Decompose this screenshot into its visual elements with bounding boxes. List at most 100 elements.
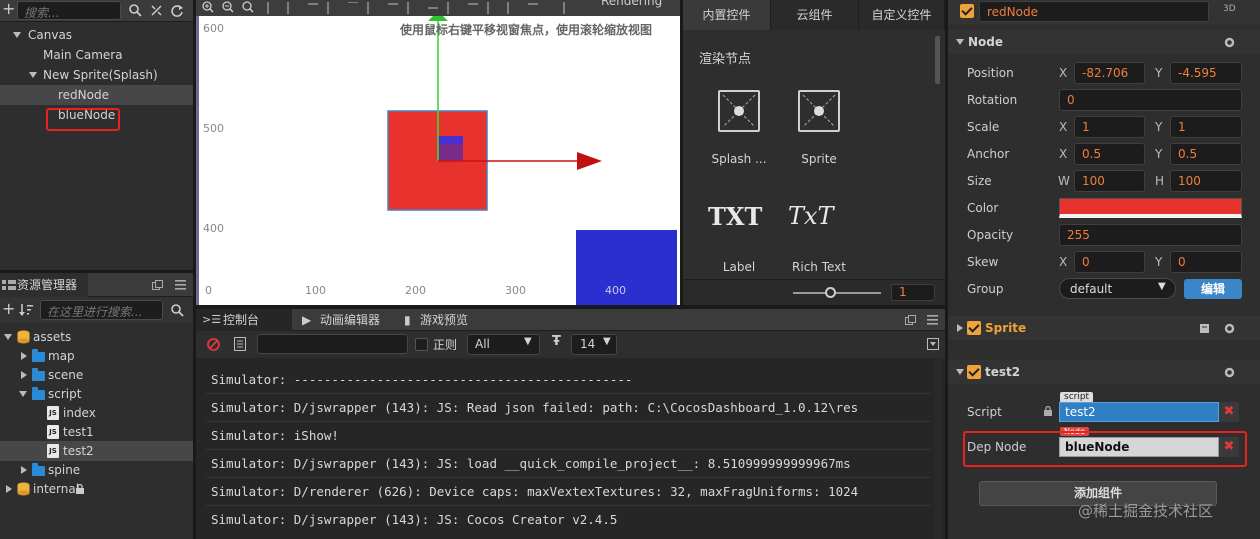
slider-handle[interactable] [825,287,836,298]
collapse-icon[interactable] [150,4,163,17]
clear-icon[interactable] [207,338,220,351]
expand-arrow-icon[interactable] [13,32,21,38]
popout-icon[interactable] [152,280,163,290]
add-asset-icon[interactable]: + [2,299,15,318]
refresh-icon[interactable] [171,4,184,17]
opacity-input[interactable]: 255 [1059,224,1242,246]
rich-text-icon[interactable]: TxT [788,202,834,230]
gear-icon[interactable] [1224,367,1235,378]
sprite-enabled-checkbox[interactable] [967,321,981,335]
skew-x-input[interactable]: 0 [1074,251,1145,273]
scale-x-input[interactable]: 1 [1074,116,1145,138]
group-edit-button[interactable]: 编辑 [1184,279,1242,299]
font-size-icon: Ŧ [552,334,561,349]
scrollbar[interactable] [935,36,940,84]
badge-3d[interactable]: 3D [1223,4,1236,14]
color-swatch[interactable] [1059,198,1242,218]
search-icon[interactable] [171,304,184,317]
tree-item-internal[interactable]: internal [0,479,193,499]
assets-search-input[interactable]: 在这里进行搜索... [40,300,163,320]
sort-icon[interactable] [19,303,33,316]
tree-item-spine[interactable]: spine [0,460,193,480]
tab-cloud[interactable]: 云组件 [771,0,859,30]
tab-custom[interactable]: 自定义控件 [859,0,945,30]
filter-input[interactable] [257,334,408,354]
test2-section-header[interactable]: test2 [948,360,1260,384]
rendering-label[interactable]: Rendering [601,0,662,8]
tab-label: 控制台 [223,313,260,327]
scene-view[interactable] [196,16,680,305]
inspector-panel: redNode 3D Node Position X -82.706 Y -4.… [948,0,1260,539]
scene-panel[interactable]: Rendering 使用鼠标右键平移视窗焦点，使用滚轮缩放视图 600 500 … [196,0,680,305]
expand-arrow-icon[interactable] [29,72,37,78]
anchor-y-input[interactable]: 0.5 [1170,143,1242,165]
expand-arrow-icon[interactable] [6,485,12,493]
js-file-icon: JS [47,406,59,420]
book-icon[interactable] [1199,323,1210,334]
tree-item-index[interactable]: JS index [0,403,193,423]
expand-arrow-icon[interactable] [21,466,27,474]
rotation-input[interactable]: 0 [1059,89,1242,111]
anchor-x-input[interactable]: 0.5 [1074,143,1145,165]
tab-assets[interactable]: 资源管理器 [0,273,88,297]
position-x-input[interactable]: -82.706 [1074,62,1145,84]
add-icon[interactable]: + [2,0,15,18]
splash-sprite-icon[interactable] [718,90,760,132]
tab-animation-editor[interactable]: ▶ 动画编辑器 [296,309,396,331]
menu-icon[interactable] [175,280,186,290]
level-select[interactable]: All ▼ [467,334,540,355]
collapse-console-icon[interactable] [927,338,939,350]
tab-console[interactable]: >☰ 控制台 [196,309,292,331]
size-h-input[interactable]: 100 [1170,170,1242,192]
tab-game-preview[interactable]: ▮ 游戏预览 [400,309,500,331]
scale-y-input[interactable]: 1 [1170,116,1242,138]
zoom-input[interactable]: 1 [891,284,935,301]
tree-item-test2[interactable]: JS test2 [0,441,193,461]
expand-arrow-icon[interactable] [19,391,27,397]
node-name-input[interactable]: redNode [979,1,1209,22]
group-select[interactable]: default ▼ [1059,278,1176,299]
menu-icon[interactable] [927,315,938,325]
tree-item-assets[interactable]: assets [0,327,193,347]
size-w-input[interactable]: 100 [1074,170,1145,192]
tree-item-map[interactable]: map [0,346,193,366]
gear-icon[interactable] [1224,37,1235,48]
tree-item-rednode[interactable]: redNode [0,85,193,105]
test2-enabled-checkbox[interactable] [967,365,981,379]
sprite-icon[interactable] [798,90,840,132]
position-y-input[interactable]: -4.595 [1170,62,1242,84]
console-scrollbar[interactable] [934,359,942,539]
label-icon[interactable]: TXT [708,202,762,231]
node-section-header[interactable]: Node [948,30,1260,54]
tree-item-scene[interactable]: scene [0,365,193,385]
tree-item-test1[interactable]: JS test1 [0,422,193,442]
gear-icon[interactable] [1224,323,1235,334]
zoom-out-icon[interactable] [222,1,234,13]
expand-arrow-icon[interactable] [4,334,12,340]
folder-icon [32,463,45,476]
search-icon[interactable] [129,4,142,17]
font-size-select[interactable]: 14 ▼ [571,334,617,355]
tab-builtin[interactable]: 内置控件 [683,0,771,30]
zoom-in-icon[interactable] [202,1,214,13]
expand-arrow-icon[interactable] [21,352,27,360]
hierarchy-search-input[interactable]: 搜索... [17,1,121,20]
expand-arrow-icon [956,39,964,45]
tree-item-main-camera[interactable]: Main Camera [0,45,193,65]
console-panel: >☰ 控制台 ▶ 动画编辑器 ▮ 游戏预览 正则 All ▼ Ŧ 14 ▼ Si… [196,309,945,539]
node-active-checkbox[interactable] [960,4,974,18]
regex-checkbox[interactable] [415,338,428,351]
log-file-icon[interactable] [234,337,246,351]
zoom-reset-icon[interactable] [242,1,254,13]
script-field[interactable]: test2 [1059,402,1219,422]
tree-item-canvas[interactable]: Canvas [0,25,193,45]
tree-item-script[interactable]: script [0,384,193,404]
expand-arrow-icon[interactable] [21,371,27,379]
sprite-section-header[interactable]: Sprite [948,316,1260,340]
skew-y-input[interactable]: 0 [1170,251,1242,273]
script-remove-button[interactable]: ✖ [1219,402,1239,422]
zoom-slider[interactable] [793,292,881,294]
popout-icon[interactable] [905,315,916,325]
align-tools[interactable] [264,2,584,14]
tree-item-new-sprite[interactable]: New Sprite(Splash) [0,65,193,85]
